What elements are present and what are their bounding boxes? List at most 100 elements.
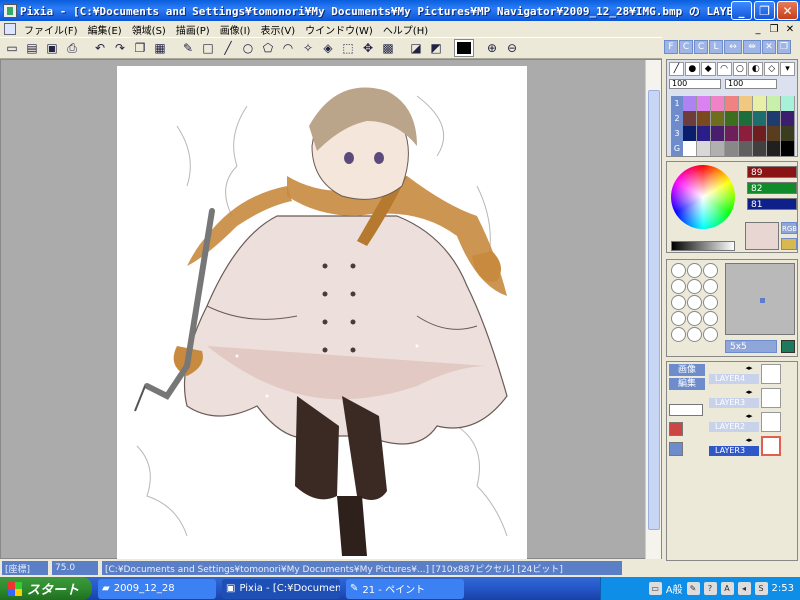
open-icon[interactable]: ▤: [23, 39, 41, 57]
palette-swatch[interactable]: [767, 141, 781, 156]
menu-window[interactable]: ウインドウ(W): [300, 22, 378, 37]
brush-shape-2[interactable]: [687, 263, 702, 278]
color-wheel[interactable]: [671, 165, 735, 229]
palette-swatch[interactable]: [767, 111, 781, 126]
task-folder[interactable]: ▰ 2009_12_28: [98, 578, 216, 599]
visibility-icon[interactable]: ◂▸: [743, 364, 755, 372]
blob-brush-icon[interactable]: ◆: [700, 62, 716, 76]
maximize-button[interactable]: ❐: [754, 1, 775, 20]
panel-restore-icon[interactable]: ❐: [777, 40, 791, 54]
palette-swatch[interactable]: [725, 111, 739, 126]
brush-shape-6[interactable]: [703, 279, 718, 294]
layer-tool-icon[interactable]: [669, 422, 683, 436]
palette-swatch[interactable]: [767, 96, 781, 111]
brush-shape-13[interactable]: [671, 327, 686, 342]
shade-brush-icon[interactable]: ◐: [748, 62, 764, 76]
palette-row-label[interactable]: 1: [671, 96, 683, 111]
paste-icon[interactable]: ▦: [151, 39, 169, 57]
ime-tool-icon[interactable]: ✎: [686, 582, 700, 595]
palette-row-label[interactable]: G: [671, 141, 683, 156]
image-canvas[interactable]: [117, 66, 527, 559]
palette-swatch[interactable]: [697, 141, 711, 156]
palette-swatch[interactable]: [753, 126, 767, 141]
layer-opacity-field[interactable]: [669, 404, 703, 416]
app-tray-icon[interactable]: S: [754, 582, 768, 595]
menu-help[interactable]: ヘルプ(H): [378, 22, 433, 37]
layer-image-button[interactable]: 画像: [669, 364, 705, 376]
copy-icon[interactable]: ❐: [131, 39, 149, 57]
palette-swatch[interactable]: [725, 141, 739, 156]
brush-shape-12[interactable]: [703, 311, 718, 326]
menu-draw[interactable]: 描画(P): [171, 22, 215, 37]
brush-shape-8[interactable]: [687, 295, 702, 310]
panel-c2-button[interactable]: C: [694, 40, 708, 54]
brush-opacity-field[interactable]: 100: [725, 79, 777, 89]
menu-image[interactable]: 画像(I): [215, 22, 256, 37]
zoom-in-icon[interactable]: ⊕: [483, 39, 501, 57]
pixia-app-icon[interactable]: [3, 3, 17, 18]
brush-shape-10[interactable]: [671, 311, 686, 326]
palette-swatch[interactable]: [711, 111, 725, 126]
visibility-icon[interactable]: ◂▸: [743, 388, 755, 396]
save-icon[interactable]: ▣: [43, 39, 61, 57]
panel-close-icon[interactable]: ✕: [762, 40, 776, 54]
palette-swatch[interactable]: [683, 126, 697, 141]
brush-shape-15[interactable]: [703, 327, 718, 342]
minimize-button[interactable]: _: [731, 1, 752, 20]
palette-swatch[interactable]: [683, 141, 697, 156]
eraser-brush-icon[interactable]: ◇: [764, 62, 780, 76]
menu-view[interactable]: 表示(V): [255, 22, 300, 37]
panel-l-button[interactable]: L: [709, 40, 723, 54]
undo-icon[interactable]: ↶: [91, 39, 109, 57]
erase-icon[interactable]: ◪: [407, 39, 425, 57]
brush-size-label[interactable]: 5x5: [725, 340, 777, 353]
brush-shape-1[interactable]: [671, 263, 686, 278]
current-color-swatch[interactable]: [454, 39, 474, 57]
palette-swatch[interactable]: [781, 126, 795, 141]
palette-swatch[interactable]: [753, 141, 767, 156]
mdi-close-button[interactable]: ✕: [784, 24, 796, 35]
palette-swatch[interactable]: [725, 96, 739, 111]
brightness-gradient[interactable]: [671, 241, 735, 251]
green-value[interactable]: 82: [747, 182, 797, 194]
task-pixia[interactable]: ▣ Pixia - [C:¥Document...: [222, 578, 340, 599]
fill-color-icon[interactable]: ◩: [427, 39, 445, 57]
menu-file[interactable]: ファイル(F): [19, 22, 83, 37]
title-bar[interactable]: Pixia - [C:¥Documents and Settings¥tomon…: [0, 0, 800, 21]
menu-edit[interactable]: 編集(E): [83, 22, 127, 37]
brush-shape-9[interactable]: [703, 295, 718, 310]
layer-item-active[interactable]: ◂▸ LAYER3: [709, 436, 795, 458]
palette-swatch[interactable]: [711, 141, 725, 156]
redo-icon[interactable]: ↷: [111, 39, 129, 57]
palette-swatch[interactable]: [781, 96, 795, 111]
line-icon[interactable]: ╱: [219, 39, 237, 57]
circle-icon[interactable]: ○: [239, 39, 257, 57]
brush-shape-11[interactable]: [687, 311, 702, 326]
palette-swatch[interactable]: [739, 126, 753, 141]
menu-selection[interactable]: 領域(S): [127, 22, 171, 37]
polygon-icon[interactable]: ⬠: [259, 39, 277, 57]
panel-c1-button[interactable]: C: [679, 40, 693, 54]
palette-swatch[interactable]: [753, 96, 767, 111]
visibility-icon[interactable]: ◂▸: [743, 436, 755, 444]
task-paint[interactable]: ✎ 21 - ペイント: [346, 578, 464, 599]
dot-brush-icon[interactable]: ●: [684, 62, 700, 76]
blue-value[interactable]: 81: [747, 198, 797, 210]
soft-brush-icon[interactable]: ○: [732, 62, 748, 76]
brush-shape-5[interactable]: [687, 279, 702, 294]
palette-swatch[interactable]: [683, 111, 697, 126]
layer-item[interactable]: ◂▸ LAYER3: [709, 388, 795, 410]
canvas-workspace[interactable]: [0, 59, 662, 559]
move-icon[interactable]: ✥: [359, 39, 377, 57]
palette-swatch[interactable]: [739, 96, 753, 111]
mdi-minimize-button[interactable]: _: [752, 24, 764, 35]
palette-swatch[interactable]: [711, 126, 725, 141]
palette-swatch[interactable]: [767, 126, 781, 141]
layer-item[interactable]: ◂▸ LAYER4: [709, 364, 795, 386]
color-tool-icon[interactable]: [781, 238, 797, 250]
scrollbar-thumb[interactable]: [648, 90, 660, 530]
fill-icon[interactable]: ◈: [319, 39, 337, 57]
close-button[interactable]: ✕: [777, 1, 798, 20]
layer-list-icon[interactable]: [669, 442, 683, 456]
grid-icon[interactable]: ▩: [379, 39, 397, 57]
